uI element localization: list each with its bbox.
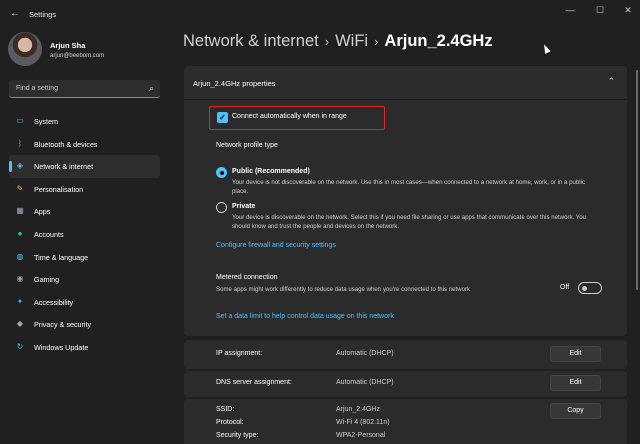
sidebar-item-network-internet[interactable]: ◈ Network & internet [9, 155, 160, 178]
dns-edit-button[interactable]: Edit [550, 375, 601, 391]
sidebar-item-accessibility[interactable]: ✦ Accessibility [9, 291, 160, 314]
ip-edit-button[interactable]: Edit [550, 346, 601, 362]
window-title: Settings [29, 10, 57, 19]
sidebar-item-system[interactable]: ▭ System [9, 110, 160, 133]
breadcrumb-separator: › [324, 34, 330, 49]
metered-connection-toggle[interactable] [578, 282, 602, 294]
ip-assignment-label: IP assignment: [216, 350, 263, 357]
breadcrumb-network[interactable]: Network & internet [183, 32, 319, 50]
copy-button[interactable]: Copy [550, 403, 601, 419]
person-icon: ● [17, 228, 23, 238]
search-placeholder: Find a setting [16, 85, 59, 92]
sidebar-item-label: Apps [34, 207, 51, 217]
sidebar-item-label: Time & language [34, 252, 89, 262]
sidebar-item-label: System [34, 117, 58, 126]
sidebar-item-accounts[interactable]: ● Accounts [9, 223, 160, 246]
public-radio[interactable] [216, 167, 227, 178]
sidebar-item-gaming[interactable]: ◉ Gaming [9, 268, 160, 291]
firewall-settings-link[interactable]: Configure firewall and security settings [216, 242, 336, 249]
properties-title: Arjun_2.4GHz properties [193, 79, 276, 88]
close-icon[interactable]: ✕ [618, 4, 638, 16]
sidebar-item-label: Accounts [34, 229, 64, 239]
accessibility-icon: ✦ [16, 296, 24, 306]
protocol-label: Protocol: [216, 419, 244, 426]
monitor-icon: ▭ [16, 116, 24, 125]
globe-icon: ◍ [16, 251, 24, 261]
user-name: Arjun Sha [50, 41, 86, 50]
private-radio[interactable] [216, 202, 227, 213]
breadcrumb-wifi[interactable]: WiFi [335, 32, 368, 50]
brush-icon: ✎ [16, 183, 24, 193]
dns-assignment-value: Automatic (DHCP) [336, 379, 394, 386]
avatar[interactable] [8, 32, 42, 66]
sidebar-item-label: Accessibility [34, 297, 74, 307]
update-icon: ↻ [16, 341, 24, 351]
metered-connection-description: Some apps might work differently to redu… [216, 286, 471, 293]
sidebar-item-bluetooth-devices[interactable]: ᛒ Bluetooth & devices [9, 133, 160, 156]
private-description: Your device is discoverable on the netwo… [232, 214, 587, 230]
public-label[interactable]: Public (Recommended) [232, 168, 310, 175]
sidebar-item-label: Gaming [34, 275, 60, 285]
sidebar-item-label: Network & internet [34, 162, 94, 172]
private-label[interactable]: Private [232, 203, 255, 210]
breadcrumb: Network & internet › WiFi › Arjun_2.4GHz [183, 32, 493, 51]
maximize-icon[interactable]: ☐ [590, 4, 610, 16]
connect-automatically-highlight: ✓ Connect automatically when in range [209, 106, 385, 130]
breadcrumb-separator: › [374, 34, 379, 49]
sidebar-item-label: Privacy & security [34, 320, 92, 330]
sidebar-item-label: Windows Update [34, 342, 89, 352]
shield-icon: ◆ [16, 319, 24, 329]
sidebar-item-time-language[interactable]: ◍ Time & language [9, 246, 160, 269]
security-type-label: Security type: [216, 432, 259, 439]
scrollbar[interactable] [636, 70, 638, 290]
apps-icon: ▦ [16, 206, 24, 216]
ip-assignment-row: IP assignment: Automatic (DHCP) Edit [184, 340, 627, 369]
dns-assignment-row: DNS server assignment: Automatic (DHCP) … [184, 371, 627, 397]
sidebar-nav: ▭ System ᛒ Bluetooth & devices ◈ Network & in… [9, 110, 160, 359]
sidebar-item-apps[interactable]: ▦ Apps [9, 200, 160, 223]
ssid-label: SSID: [216, 406, 235, 413]
public-description: Your device is not discoverable on the n… [232, 179, 586, 195]
metered-connection-label: Metered connection [216, 274, 278, 281]
properties-header[interactable]: Arjun_2.4GHz properties ⌃ [184, 66, 627, 100]
connect-automatically-label[interactable]: Connect automatically when in range [232, 113, 347, 120]
sidebar-item-personalisation[interactable]: ✎ Personalisation [9, 178, 160, 201]
mouse-cursor-icon [541, 43, 551, 54]
network-profile-type-label: Network profile type [216, 142, 278, 149]
back-arrow-icon[interactable]: ← [7, 6, 23, 22]
search-icon[interactable]: ⌕ [149, 83, 154, 94]
wifi-icon: ◈ [16, 161, 24, 171]
ip-assignment-value: Automatic (DHCP) [336, 350, 394, 357]
title-bar: ← Settings — ☐ ✕ [0, 0, 640, 28]
chevron-up-icon[interactable]: ⌃ [607, 76, 615, 87]
dns-assignment-label: DNS server assignment: [216, 379, 292, 386]
sidebar-item-windows-update[interactable]: ↻ Windows Update [9, 336, 160, 359]
connect-automatically-checkbox[interactable]: ✓ [217, 112, 228, 123]
data-limit-link[interactable]: Set a data limit to help control data us… [216, 313, 394, 320]
gamepad-icon: ◉ [16, 274, 24, 284]
sidebar-item-label: Bluetooth & devices [34, 139, 98, 149]
minimize-icon[interactable]: — [560, 4, 580, 16]
security-type-value: WPA2-Personal [336, 432, 386, 439]
user-email: arjun@beebom.com [50, 53, 105, 59]
properties-panel: Arjun_2.4GHz properties ⌃ ✓ Connect auto… [184, 66, 627, 336]
sidebar-item-label: Personalisation [34, 184, 84, 194]
bluetooth-icon: ᛒ [17, 138, 23, 148]
search-input[interactable]: Find a setting ⌕ [9, 80, 160, 98]
sidebar-item-privacy-security[interactable]: ◆ Privacy & security [9, 313, 160, 336]
network-details: SSID: Arjun_2.4GHz Protocol: Wi-Fi 4 (80… [184, 399, 627, 444]
protocol-value: Wi-Fi 4 (802.11n) [336, 419, 390, 426]
ssid-value: Arjun_2.4GHz [336, 406, 380, 413]
metered-toggle-state: Off [560, 284, 570, 291]
page-title: Arjun_2.4GHz [384, 32, 493, 50]
